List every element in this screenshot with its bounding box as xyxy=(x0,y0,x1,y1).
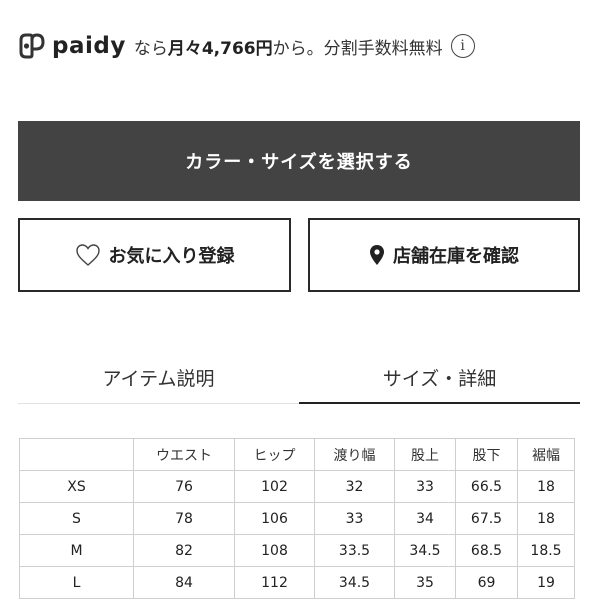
table-cell: 18 xyxy=(517,470,575,503)
table-header-row: ウエスト ヒップ 渡り幅 股上 股下 裾幅 xyxy=(19,438,575,471)
header-cell xyxy=(19,438,134,471)
size-cell: XS xyxy=(19,470,134,503)
table-cell: 19 xyxy=(517,566,575,599)
heart-icon xyxy=(75,243,101,267)
table-cell: 18 xyxy=(517,502,575,535)
paidy-message: なら月々4,766円から。分割手数料無料 xyxy=(134,34,443,59)
tab-size-details[interactable]: サイズ・詳細 xyxy=(299,352,580,404)
size-table: ウエスト ヒップ 渡り幅 股上 股下 裾幅 XS 76 102 32 33 66… xyxy=(19,438,575,599)
table-cell: 34 xyxy=(394,502,456,535)
info-icon[interactable]: i xyxy=(450,34,475,58)
header-cell: 股上 xyxy=(394,438,456,471)
header-cell: ウエスト xyxy=(133,438,235,471)
table-cell: 33 xyxy=(394,470,456,503)
paidy-amount: 月々4,766円 xyxy=(167,38,273,59)
paidy-prefix: なら xyxy=(133,38,168,59)
paidy-logo-icon xyxy=(19,33,45,59)
paidy-logo: paidy xyxy=(18,32,126,60)
size-cell: S xyxy=(19,502,134,535)
table-cell: 68.5 xyxy=(455,534,518,567)
store-label: 店舗在庫を確認 xyxy=(393,246,519,267)
table-cell: 106 xyxy=(234,502,315,535)
table-cell: 112 xyxy=(234,566,315,599)
header-cell: ヒップ xyxy=(234,438,315,471)
add-favorite-button[interactable]: お気に入り登録 xyxy=(18,218,291,292)
table-cell: 18.5 xyxy=(517,534,575,567)
table-cell: 67.5 xyxy=(455,502,518,535)
header-cell: 渡り幅 xyxy=(314,438,395,471)
paidy-suffix: から。分割手数料無料 xyxy=(272,38,443,59)
table-row: M 82 108 33.5 34.5 68.5 18.5 xyxy=(19,534,575,567)
favorite-label: お気に入り登録 xyxy=(108,246,235,267)
table-cell: 66.5 xyxy=(455,470,518,503)
table-cell: 76 xyxy=(133,470,235,503)
size-cell: L xyxy=(19,566,134,599)
detail-tabs: アイテム説明 サイズ・詳細 xyxy=(18,352,580,404)
table-cell: 33 xyxy=(314,502,395,535)
select-color-size-button[interactable]: カラー・サイズを選択する xyxy=(18,121,580,201)
table-cell: 108 xyxy=(234,534,315,567)
table-cell: 82 xyxy=(133,534,235,567)
table-cell: 69 xyxy=(455,566,518,599)
table-cell: 34.5 xyxy=(394,534,456,567)
table-row: S 78 106 33 34 67.5 18 xyxy=(19,502,575,535)
map-pin-icon xyxy=(369,244,385,266)
table-cell: 78 xyxy=(133,502,235,535)
paidy-banner: paidy なら月々4,766円から。分割手数料無料 i xyxy=(18,28,475,64)
size-cell: M xyxy=(19,534,134,567)
table-cell: 32 xyxy=(314,470,395,503)
check-store-stock-button[interactable]: 店舗在庫を確認 xyxy=(308,218,580,292)
table-cell: 34.5 xyxy=(314,566,395,599)
table-cell: 84 xyxy=(133,566,235,599)
table-cell: 102 xyxy=(234,470,315,503)
table-cell: 33.5 xyxy=(314,534,395,567)
table-row: L 84 112 34.5 35 69 19 xyxy=(19,566,575,599)
paidy-wordmark: paidy xyxy=(52,33,126,59)
tab-item-description[interactable]: アイテム説明 xyxy=(18,352,299,404)
header-cell: 裾幅 xyxy=(517,438,575,471)
table-row: XS 76 102 32 33 66.5 18 xyxy=(19,470,575,503)
table-cell: 35 xyxy=(394,566,456,599)
header-cell: 股下 xyxy=(455,438,518,471)
